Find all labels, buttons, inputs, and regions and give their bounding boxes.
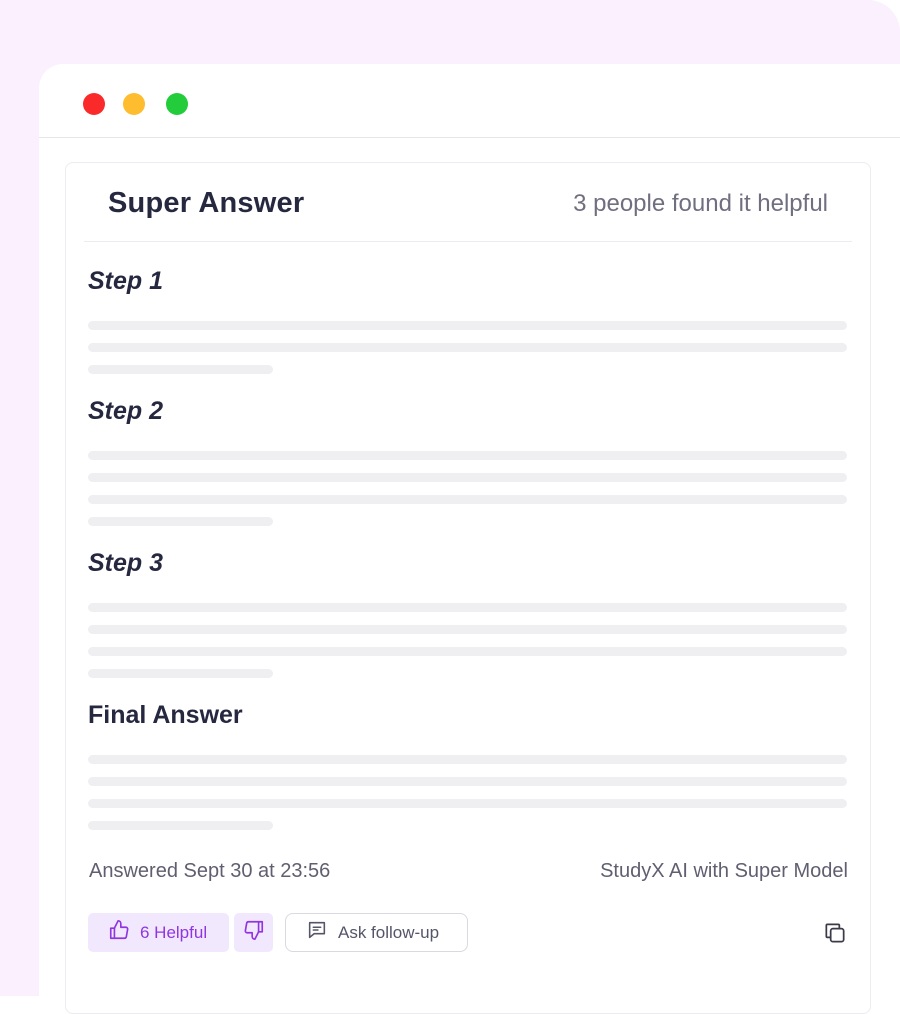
text-placeholder-line — [88, 777, 847, 786]
text-placeholder-line — [88, 321, 847, 330]
answer-header: Super Answer 3 people found it helpful — [84, 163, 852, 242]
copy-icon — [822, 923, 848, 950]
step-2-title: Step 2 — [88, 397, 164, 425]
text-placeholder-line — [88, 647, 847, 656]
text-placeholder-line — [88, 473, 847, 482]
step-3-title: Step 3 — [88, 549, 164, 577]
text-placeholder-line — [88, 669, 273, 678]
text-placeholder-line — [88, 755, 847, 764]
answered-timestamp: Answered Sept 30 at 23:56 — [89, 860, 331, 882]
final-answer-title: Final Answer — [88, 701, 243, 729]
minimize-window-button[interactable] — [123, 93, 145, 115]
text-placeholder-line — [88, 495, 847, 504]
helpful-button-label: 6 Helpful — [140, 922, 208, 942]
text-placeholder-line — [88, 343, 847, 352]
chat-icon — [306, 919, 328, 946]
close-window-button[interactable] — [83, 93, 105, 115]
text-placeholder-line — [88, 451, 847, 460]
not-helpful-button[interactable] — [234, 913, 273, 952]
helpful-count-text: 3 people found it helpful — [573, 190, 828, 217]
thumbs-down-icon — [243, 919, 265, 946]
text-placeholder-line — [88, 603, 847, 612]
text-placeholder-line — [88, 517, 273, 526]
step-1-title: Step 1 — [88, 267, 164, 295]
answer-card: Super Answer 3 people found it helpful S… — [65, 162, 871, 1014]
text-placeholder-line — [88, 821, 273, 830]
maximize-window-button[interactable] — [166, 93, 188, 115]
copy-button[interactable] — [822, 920, 848, 946]
text-placeholder-line — [88, 799, 847, 808]
app-window: Super Answer 3 people found it helpful S… — [39, 64, 900, 1014]
title-bar — [39, 64, 900, 138]
helpful-button[interactable]: 6 Helpful — [88, 913, 229, 952]
text-placeholder-line — [88, 365, 273, 374]
answer-title: Super Answer — [108, 187, 305, 219]
ask-follow-up-button[interactable]: Ask follow-up — [285, 913, 468, 952]
thumbs-up-icon — [108, 919, 130, 946]
ask-follow-up-label: Ask follow-up — [338, 922, 440, 942]
answer-source: StudyX AI with Super Model — [600, 860, 848, 882]
text-placeholder-line — [88, 625, 847, 634]
